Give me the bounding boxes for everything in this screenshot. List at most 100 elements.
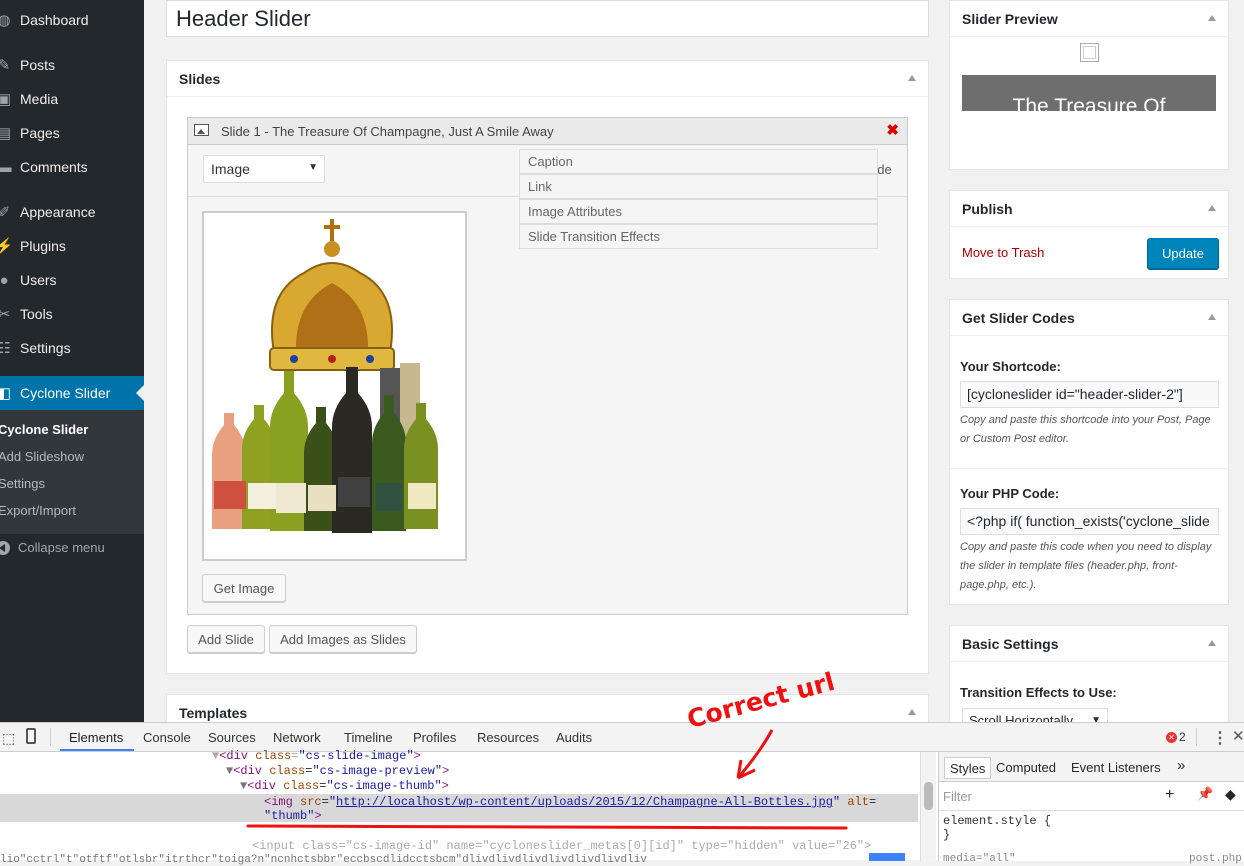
tab-elements[interactable]: Elements xyxy=(69,730,123,745)
scrollbar[interactable] xyxy=(920,752,936,861)
tab-network[interactable]: Network xyxy=(273,730,321,745)
submenu-add-slideshow[interactable]: Add Slideshow xyxy=(0,449,84,464)
tab-sources[interactable]: Sources xyxy=(208,730,256,745)
accordion-caption[interactable]: Caption xyxy=(519,149,878,174)
active-tab-indicator xyxy=(60,749,134,751)
code-line[interactable]: lio"cctrl"t"otftf"otlsbr"itrthcr"toiga?n… xyxy=(0,854,647,866)
collapse-menu-button[interactable]: Collapse menu xyxy=(0,540,105,555)
menu-dashboard[interactable]: ◍ Dashboard xyxy=(0,3,144,37)
title-input[interactable]: Header Slider xyxy=(166,0,929,37)
plugin-icon: ⚡ xyxy=(0,238,14,255)
toggle-arrow-icon[interactable] xyxy=(1208,15,1216,21)
move-to-trash-link[interactable]: Move to Trash xyxy=(962,245,1044,260)
add-rule-icon[interactable]: + xyxy=(1165,786,1174,804)
menu-plugins[interactable]: ⚡ Plugins xyxy=(0,229,144,263)
slide-image-thumb xyxy=(202,211,467,561)
php-help: Copy and paste this code when you need t… xyxy=(960,541,1212,553)
tab-audits[interactable]: Audits xyxy=(556,730,592,745)
get-image-button[interactable]: Get Image xyxy=(202,574,286,602)
menu-settings[interactable]: ☷ Settings xyxy=(0,331,144,365)
preview-header[interactable]: Slider Preview xyxy=(950,1,1228,37)
code-line[interactable]: ▼<div class="cs-image-preview"> xyxy=(226,764,449,778)
menu-label: Appearance xyxy=(20,204,96,220)
img-src-link[interactable]: http://localhost/wp-content/uploads/2015… xyxy=(336,795,833,809)
styles-pane: Styles Computed Event Listeners » Filter… xyxy=(938,752,1244,865)
add-images-as-slides-button[interactable]: Add Images as Slides xyxy=(269,625,417,653)
toggle-arrow-icon[interactable] xyxy=(908,75,916,81)
submenu-settings[interactable]: Settings xyxy=(0,476,45,491)
devtools-toolbar: ⬚ Elements Console Sources Network Timel… xyxy=(0,723,1244,752)
publish-header[interactable]: Publish xyxy=(950,191,1228,227)
tab-console[interactable]: Console xyxy=(143,730,191,745)
menu-label: Users xyxy=(20,272,57,288)
toggle-arrow-icon[interactable] xyxy=(908,709,916,715)
menu-users[interactable]: ● Users xyxy=(0,263,144,297)
slide-panel-header[interactable]: Slide 1 - The Treasure Of Champagne, Jus… xyxy=(188,118,907,145)
update-button[interactable]: Update xyxy=(1147,238,1219,269)
submenu-cyclone-slider[interactable]: Cyclone Slider xyxy=(0,422,88,437)
codes-header[interactable]: Get Slider Codes xyxy=(950,300,1228,336)
accordion-transition-effects[interactable]: Slide Transition Effects xyxy=(519,224,878,249)
menu-posts[interactable]: ✎ Posts xyxy=(0,48,144,82)
tab-timeline[interactable]: Timeline xyxy=(344,730,393,745)
slides-box-header[interactable]: Slides xyxy=(167,61,928,97)
menu-label: Cyclone Slider xyxy=(20,385,111,401)
tab-profiles[interactable]: Profiles xyxy=(413,730,456,745)
media-rule: media="all" xyxy=(943,853,1016,865)
toggle-arrow-icon[interactable] xyxy=(1208,205,1216,211)
code-line[interactable]: ▼<div class="cs-slide-image"> xyxy=(212,749,421,763)
codes-title: Get Slider Codes xyxy=(962,309,1075,326)
inspect-icon[interactable]: ⬚ xyxy=(2,730,15,747)
img-node-line-2[interactable]: "thumb"> xyxy=(264,809,322,823)
delete-slide-icon[interactable]: ✖ xyxy=(886,121,899,139)
tab-event-listeners[interactable]: Event Listeners xyxy=(1071,760,1161,775)
menu-label: Tools xyxy=(20,306,53,322)
preview-title: Slider Preview xyxy=(962,10,1058,27)
shortcode-field[interactable]: [cycloneslider id="header-slider-2"] xyxy=(960,381,1219,408)
filter-input[interactable]: Filter xyxy=(943,789,972,804)
pin-icon[interactable]: 📌 xyxy=(1197,786,1213,802)
preview-slide: The Treasure Of xyxy=(962,75,1216,111)
error-count[interactable]: 2 xyxy=(1179,730,1186,744)
color-format-icon[interactable]: ◆ xyxy=(1225,786,1236,803)
basic-settings-box: Basic Settings Transition Effects to Use… xyxy=(949,625,1229,735)
slides-box-title: Slides xyxy=(179,70,221,87)
code-line[interactable]: <input class="cs-image-id" name="cyclone… xyxy=(252,839,871,853)
device-icon[interactable] xyxy=(26,728,36,744)
champagne-crown-image xyxy=(212,219,438,533)
menu-tools[interactable]: ✂ Tools xyxy=(0,297,144,331)
tab-styles[interactable]: Styles xyxy=(944,757,992,779)
pin-icon: ✎ xyxy=(0,57,11,74)
menu-appearance[interactable]: ✐ Appearance xyxy=(0,195,144,229)
more-menu-icon[interactable]: ⋮ xyxy=(1212,728,1228,748)
img-node-line[interactable]: <img src="http://localhost/wp-content/up… xyxy=(264,795,876,809)
more-tabs-icon[interactable]: » xyxy=(1177,757,1185,774)
comments-icon: ▬ xyxy=(0,158,12,176)
slide-type-select[interactable]: Image ▼ xyxy=(203,155,325,183)
toggle-arrow-icon[interactable] xyxy=(1208,314,1216,320)
slider-codes-box: Get Slider Codes Your Shortcode: [cyclon… xyxy=(949,299,1229,605)
source-link[interactable]: post.php xyxy=(1189,853,1242,865)
php-code-field[interactable]: <?php if( function_exists('cyclone_slide xyxy=(960,508,1219,535)
dropdown-arrow-icon: ▼ xyxy=(308,162,318,173)
submenu-export-import[interactable]: Export/Import xyxy=(0,503,76,518)
close-icon[interactable]: ✕ xyxy=(1232,727,1244,745)
menu-comments[interactable]: ▬ Comments xyxy=(0,150,144,184)
menu-media[interactable]: ▣ Media xyxy=(0,82,144,116)
element-style-rule[interactable]: element.style { xyxy=(943,814,1051,828)
toggle-arrow-icon[interactable] xyxy=(1208,640,1216,646)
menu-label: Comments xyxy=(20,159,88,175)
menu-pages[interactable]: ▤ Pages xyxy=(0,116,144,150)
tab-resources[interactable]: Resources xyxy=(477,730,539,745)
scrollbar-thumb[interactable] xyxy=(924,782,933,810)
code-line[interactable]: ▼<div class="cs-image-thumb"> xyxy=(240,779,449,793)
tab-computed[interactable]: Computed xyxy=(996,760,1056,775)
error-icon: ✕ xyxy=(1166,732,1177,743)
basic-settings-header[interactable]: Basic Settings xyxy=(950,626,1228,662)
add-slide-button[interactable]: Add Slide xyxy=(187,625,265,653)
menu-cyclone-slider[interactable]: ◧ Cyclone Slider xyxy=(0,376,144,410)
preview-checkbox-icon[interactable] xyxy=(1080,43,1099,62)
cyclone-submenu: Cyclone Slider Add Slideshow Settings Ex… xyxy=(0,410,144,534)
accordion-image-attributes[interactable]: Image Attributes xyxy=(519,199,878,224)
accordion-link[interactable]: Link xyxy=(519,174,878,199)
